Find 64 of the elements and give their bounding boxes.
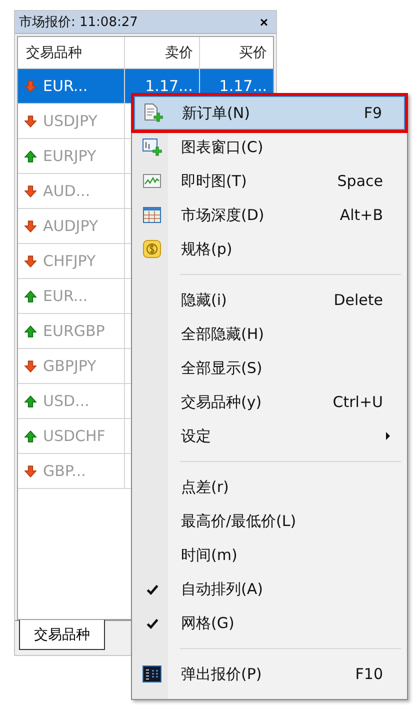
quote-board-icon [142,664,162,684]
menu-label: 交易品种(y) [181,392,263,412]
shortcut-text: Alt+B [340,206,383,224]
shortcut-text: Ctrl+U [332,393,383,411]
symbol-text: GBP... [43,462,86,480]
dollar-icon [142,239,162,259]
menu-label: 全部显示(S) [181,358,264,378]
menu-label: 网格(G) [181,614,236,632]
menu-label: 点差(r) [181,478,230,496]
document-plus-icon [143,103,163,123]
menu-item[interactable]: 市场深度(D) Alt+B [134,198,405,232]
menu-item[interactable]: 新订单(N) F9 [134,96,405,130]
symbol-text: EURJPY [43,147,96,165]
symbol-text: AUD... [43,182,90,200]
symbol-text: AUDJPY [43,217,98,235]
chart-plus-icon [142,137,162,157]
menu-item[interactable]: 交易品种(y) Ctrl+U [134,385,405,419]
menu-item[interactable]: 隐藏(i) Delete [134,283,405,317]
menu-label: 时间(m) [181,546,238,564]
menu-label: 自动排列(A) [181,580,264,598]
column-header[interactable]: 交易品种 [18,37,125,68]
menu-item[interactable]: 最高价/最低价(L) [134,504,405,538]
symbol-text: EURGBP [43,322,105,340]
symbol-text: CHFJPY [43,252,96,270]
table-grid-icon [142,205,162,225]
menu-item[interactable]: 全部显示(S) [134,351,405,385]
close-button[interactable]: × [256,15,272,29]
menu-label: 弹出报价(P) [181,664,263,684]
symbol-text: EUR... [43,77,88,95]
window-title: 市场报价: 11:08:27 [19,14,138,31]
menu-label: 全部隐藏(H) [181,324,265,344]
menu-label: 即时图(T) [181,172,248,190]
menu-label: 新订单(N) [182,104,251,122]
menu-label: 规格(p) [181,240,234,258]
menu-item[interactable]: 图表窗口(C) [134,130,405,164]
bid-price: 1.17... [145,77,193,95]
shortcut-text: Space [337,172,383,190]
symbol-text: EUR... [43,287,88,305]
symbol-text: USDJPY [43,112,98,130]
menu-item[interactable]: 时间(m) [134,538,405,572]
menu-label: 最高价/最低价(L) [181,512,298,530]
menu-item[interactable]: 自动排列(A) [134,572,405,606]
symbol-text: USDCHF [43,427,106,445]
menu-item[interactable]: 点差(r) [134,470,405,504]
column-header[interactable]: 买价 [200,37,273,68]
column-header[interactable]: 卖价 [124,37,200,68]
shortcut-text: Delete [334,291,383,309]
menu-item[interactable]: 规格(p) [134,232,405,266]
menu-item[interactable]: 即时图(T) Space [134,164,405,198]
menu-label: 图表窗口(C) [181,138,264,156]
symbol-text: USD... [43,392,90,410]
menu-label: 设定 [181,426,212,446]
menu-item[interactable]: 设定 [134,419,405,453]
menu-label: 市场深度(D) [181,206,266,224]
menu-item[interactable]: 全部隐藏(H) [134,317,405,351]
ask-price: 1.17... [219,77,267,95]
line-chart-icon [142,171,162,191]
shortcut-text: F10 [355,665,383,683]
menu-item[interactable]: 网格(G) [134,606,405,640]
menu-label: 隐藏(i) [181,290,228,310]
symbol-text: GBPJPY [43,357,96,375]
shortcut-text: F9 [364,104,382,122]
menu-item[interactable]: 弹出报价(P) F10 [134,657,405,691]
tab[interactable]: 交易品种 [19,620,105,650]
